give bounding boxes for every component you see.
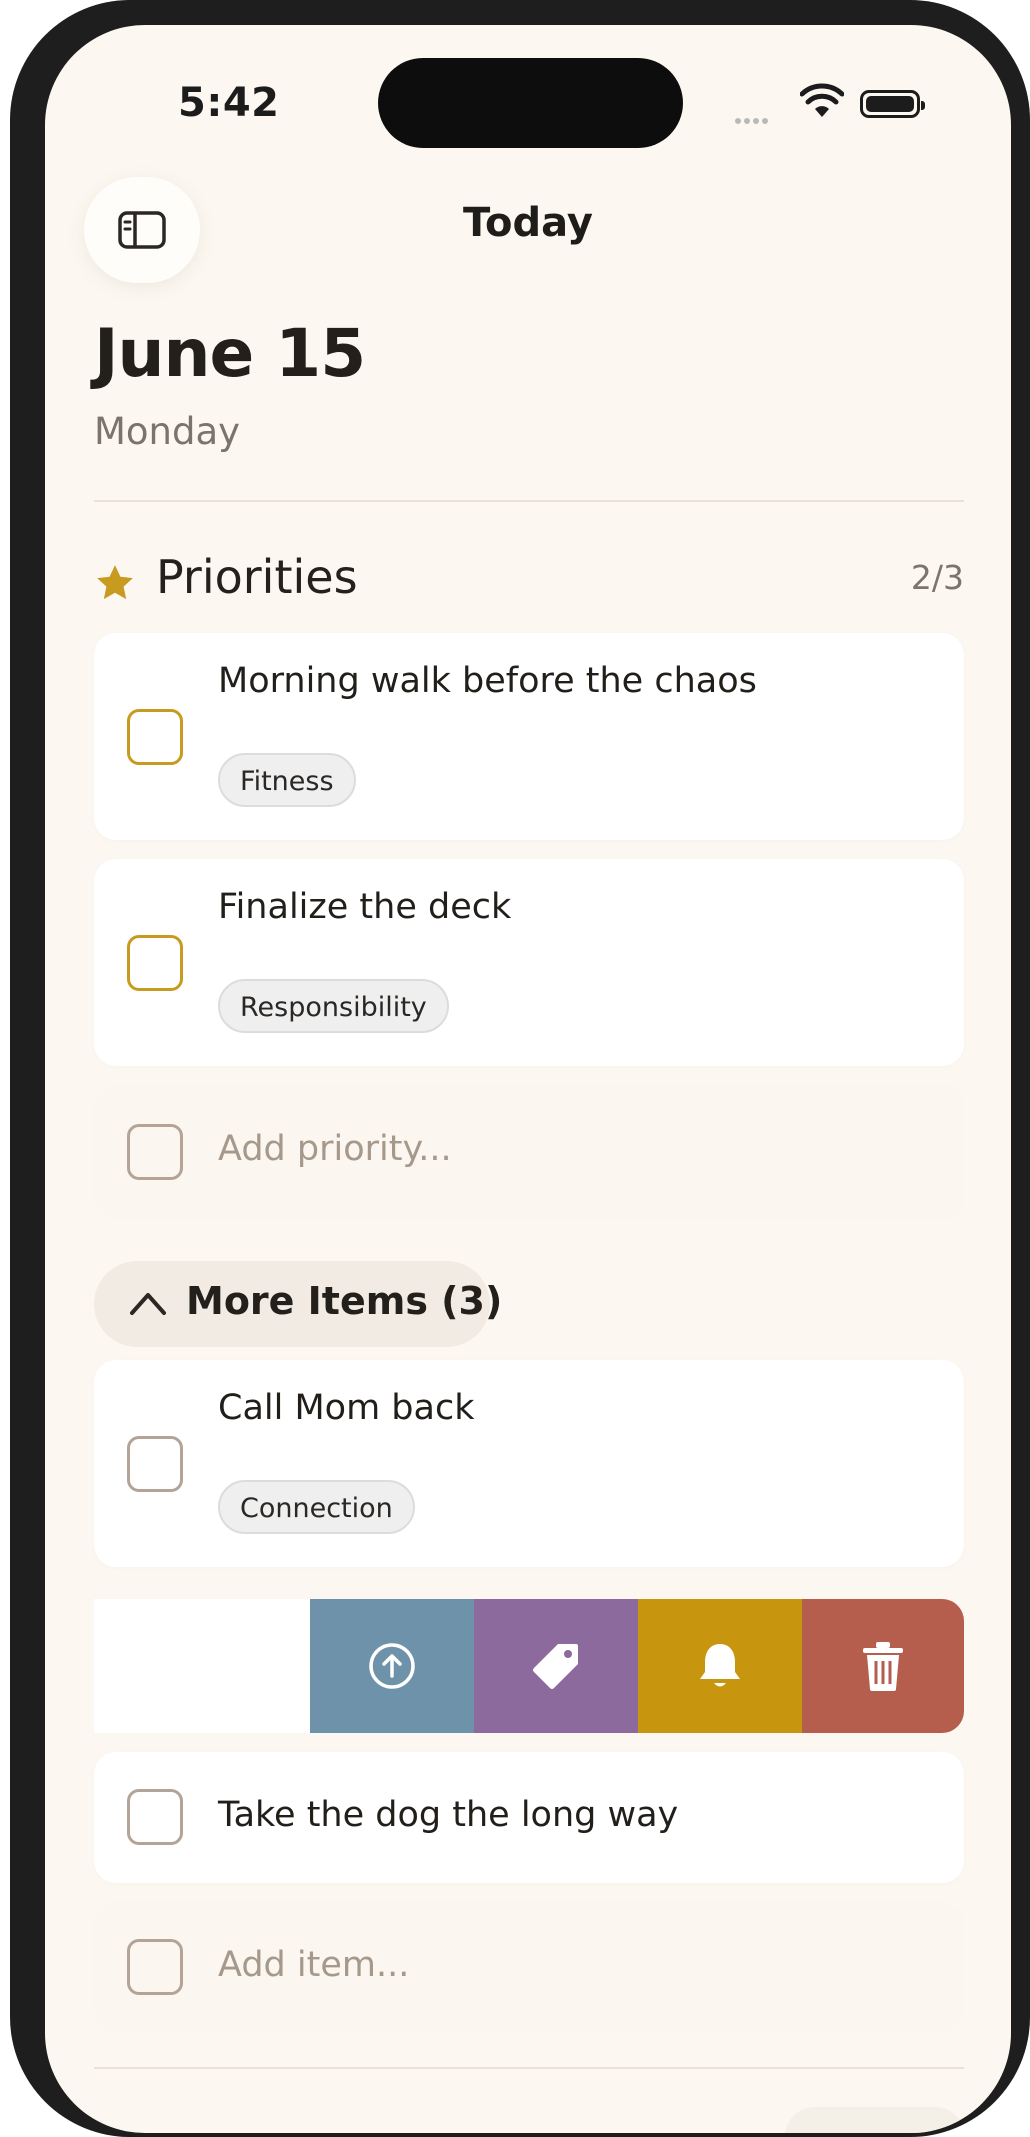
task-checkbox[interactable] (127, 1789, 183, 1845)
priority-checkbox[interactable] (127, 709, 183, 765)
task-card[interactable]: Call Mom back Connection (94, 1360, 964, 1567)
priorities-header: Priorities 2/3 (94, 550, 964, 616)
tag-icon (533, 1644, 578, 1689)
task-checkbox[interactable] (127, 1436, 183, 1492)
status-icons (735, 83, 965, 127)
add-priority-input[interactable]: Add priority... (218, 1129, 452, 1169)
phone-frame: 5:42 Today June 15 Monday Priorities 2/3… (10, 0, 1030, 2137)
header-divider (94, 500, 964, 502)
screen: 5:42 Today June 15 Monday Priorities 2/3… (45, 25, 1011, 2133)
priority-checkbox[interactable] (127, 935, 183, 991)
move-action-button[interactable] (310, 1599, 474, 1733)
status-time: 5:42 (178, 80, 280, 126)
priority-card[interactable]: Finalize the deck Responsibility (94, 859, 964, 1066)
task-title: Call Mom back (218, 1388, 475, 1428)
tag-action-button[interactable] (474, 1599, 638, 1733)
battery-icon (860, 90, 925, 118)
bell-icon (700, 1644, 740, 1687)
chevron-up-icon (130, 1293, 166, 1315)
remind-action-button[interactable] (638, 1599, 802, 1733)
task-title: Morning walk before the chaos (218, 661, 757, 701)
wifi-icon (800, 83, 844, 117)
swiped-task-card[interactable] (94, 1599, 310, 1733)
page-date: June 15 (94, 315, 366, 392)
trash-icon (863, 1642, 903, 1691)
nav-title: Today (463, 200, 593, 246)
page-weekday: Monday (94, 410, 241, 453)
add-item-input[interactable]: Add item... (218, 1945, 409, 1985)
task-tag[interactable]: Connection (218, 1480, 415, 1534)
priorities-count: 2/3 (910, 558, 964, 597)
arrow-up-circle-icon (369, 1643, 415, 1689)
priority-card[interactable]: Morning walk before the chaos Fitness (94, 633, 964, 840)
priorities-title: Priorities (156, 550, 358, 604)
bottom-pill-button[interactable] (785, 2107, 965, 2133)
signal-icon (735, 109, 771, 128)
add-priority-row[interactable]: Add priority... (94, 1085, 964, 1219)
add-priority-checkbox (127, 1124, 183, 1180)
more-items-label: More Items (3) (186, 1279, 503, 1323)
add-item-row[interactable]: Add item... (94, 1902, 964, 2033)
add-item-checkbox (127, 1939, 183, 1995)
task-title: Take the dog the long way (218, 1795, 679, 1835)
task-tag[interactable]: Responsibility (218, 979, 449, 1033)
star-icon (97, 565, 133, 600)
task-card[interactable]: Take the dog the long way (94, 1752, 964, 1883)
more-items-toggle[interactable]: More Items (3) (94, 1261, 502, 1347)
swipe-actions-row (94, 1599, 964, 1733)
task-title: Finalize the deck (218, 887, 512, 927)
dynamic-island (378, 58, 683, 148)
bottom-divider (94, 2067, 964, 2069)
delete-action-button[interactable] (802, 1599, 964, 1733)
task-tag[interactable]: Fitness (218, 753, 356, 807)
